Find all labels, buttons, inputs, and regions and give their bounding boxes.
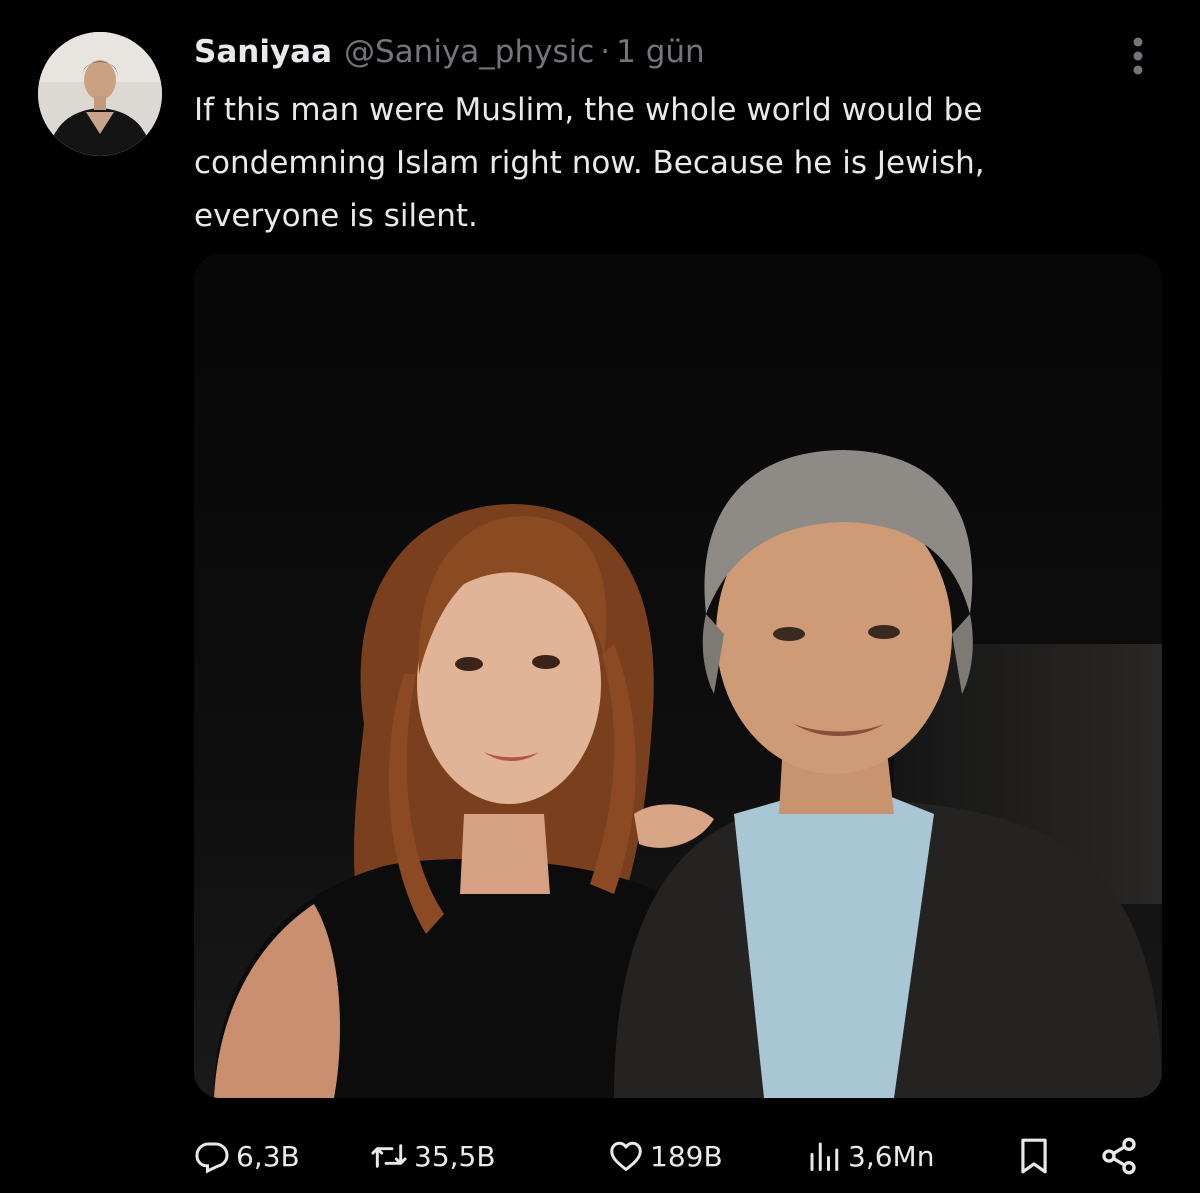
tweet[interactable]: Saniyaa @Saniya_physic · 1 gün If this m… [0,0,1200,1193]
like-button[interactable]: 189B [608,1126,723,1186]
views-icon [810,1142,839,1171]
tweet-text: If this man were Muslim, the whole world… [194,92,985,234]
tweet-timestamp[interactable]: 1 gün [616,30,705,74]
views-count: 3,6Mn [848,1139,935,1173]
share-icon [1102,1137,1136,1175]
views-button[interactable]: 3,6Mn [806,1126,934,1186]
like-icon [610,1141,642,1171]
more-icon [1133,37,1143,75]
like-count: 189B [650,1139,723,1173]
retweet-button[interactable]: 35,5B [370,1126,496,1186]
author-avatar[interactable] [38,32,162,156]
reply-button[interactable]: 6,3B [194,1126,300,1186]
user-avatar-icon [38,32,162,156]
retweet-count: 35,5B [414,1139,496,1173]
tweet-media-photo[interactable] [194,254,1162,1098]
reply-count: 6,3B [236,1139,300,1173]
reply-icon [195,1142,229,1174]
photo-illustration [194,254,1162,1098]
bookmark-icon [1021,1138,1047,1174]
author-name[interactable]: Saniyaa [194,30,332,74]
tweet-header: Saniyaa @Saniya_physic · 1 gün [194,30,705,74]
share-button[interactable] [1094,1126,1144,1186]
bookmark-button[interactable] [1014,1126,1054,1186]
author-handle[interactable]: @Saniya_physic [344,30,594,74]
header-separator: · [600,34,611,70]
more-options-button[interactable] [1118,34,1158,78]
tweet-actions: 6,3B 35,5B 189B 3,6Mn [194,1126,1162,1186]
retweet-icon [371,1144,407,1168]
